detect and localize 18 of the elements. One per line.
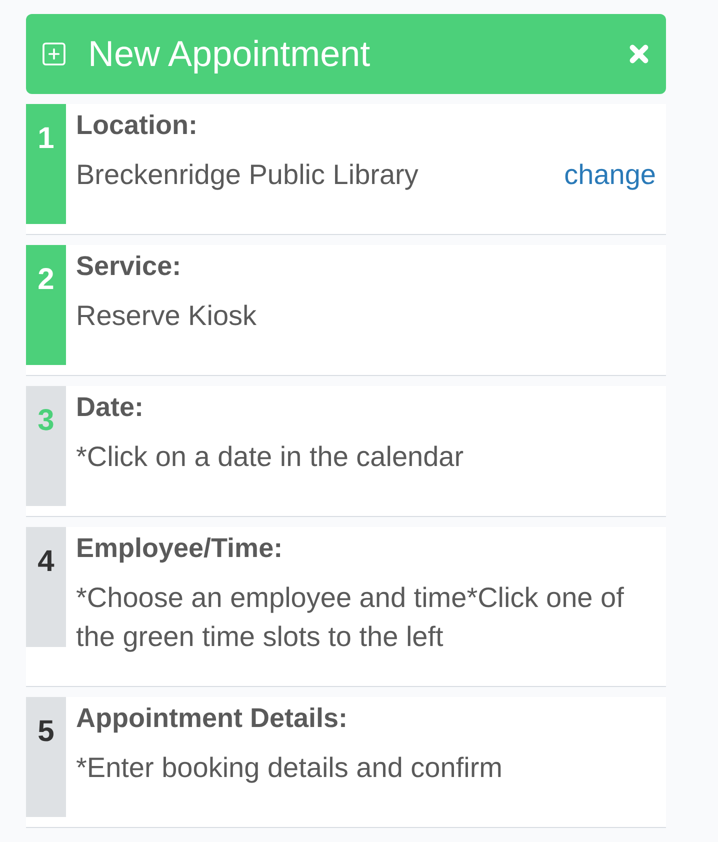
step-value: Reserve Kiosk <box>76 299 257 333</box>
step-number: 5 <box>26 697 66 817</box>
change-link[interactable]: change <box>564 155 656 194</box>
step-label: Location: <box>76 110 198 140</box>
step-number: 4 <box>26 527 66 647</box>
step-value: *Click on a date in the calendar <box>76 440 464 474</box>
step-label: Appointment Details: <box>76 703 349 733</box>
step-value: *Choose an employee and time*Click one of the green time slots to the left <box>76 581 625 654</box>
step-number: 3 <box>26 386 66 506</box>
step-number: 1 <box>26 104 66 224</box>
step-number: 2 <box>26 245 66 365</box>
step-label: Employee/Time: <box>76 533 284 563</box>
step-label: Service: <box>76 251 182 281</box>
step-value: *Enter booking details and confirm <box>76 751 502 785</box>
step-value: Breckenridge Public Library <box>76 158 418 192</box>
header-title: New Appointment <box>88 32 370 76</box>
add-icon <box>40 40 68 68</box>
step-label: Date: <box>76 392 145 422</box>
